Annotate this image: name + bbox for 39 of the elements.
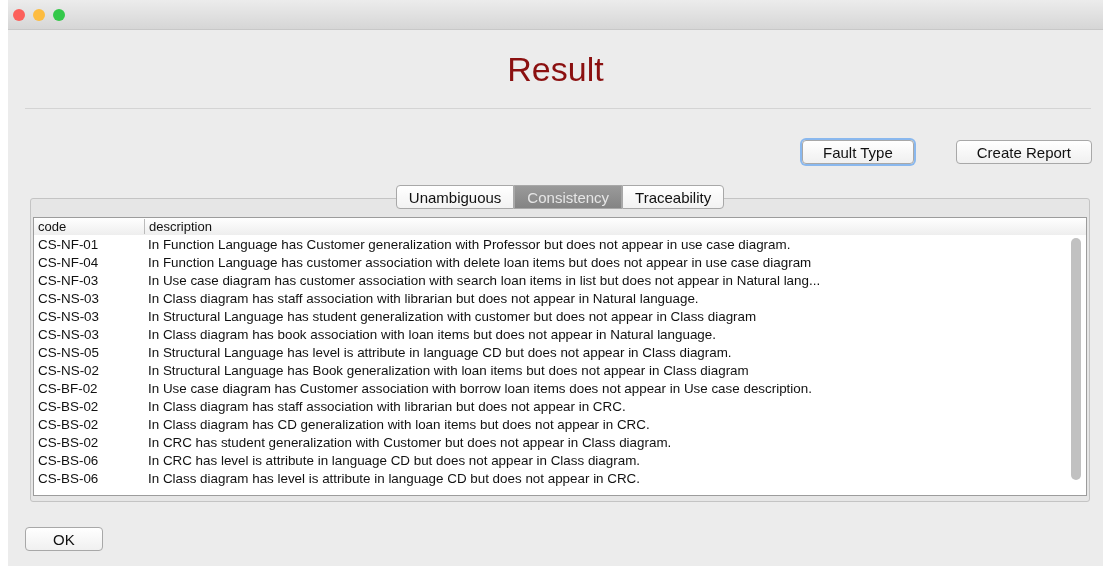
table-cell-text: In Function Language has Customer generalization with Professor but does not appear in use case diagram. [147, 236, 791, 252]
table-cell-text: CS-BS-06 [37, 452, 100, 468]
create-report-button[interactable]: Create Report [955, 140, 1092, 164]
table-cell-text: CS-BS-06 [37, 470, 100, 486]
table-cell-text: In Structural Language has student generalization with customer but does not appear in Class diagram [147, 308, 757, 324]
table-cell-text: CS-BS-02 [37, 434, 100, 450]
ok-button[interactable]: OK [25, 527, 103, 551]
table-cell-text: In Structural Language has Book generalization with loan items but does not appear in Class diagram [147, 362, 749, 378]
window-title: Result [507, 49, 604, 89]
table-cell-text: CS-NS-03 [37, 308, 101, 324]
zoom-button[interactable] [53, 8, 65, 21]
table-cell-text: CS-NF-03 [37, 272, 100, 288]
table-cell-text: In CRC has level is attribute in language CD but does not appear in Class diagram. [147, 452, 640, 468]
table-cell-text: CS-BS-02 [37, 398, 100, 414]
column-header[interactable]: description [144, 219, 212, 234]
table-cell-text: In Use case diagram has customer association with search loan items in list but does not appear in Natural lang... [147, 272, 821, 288]
table-cell-text: CS-BS-02 [37, 416, 100, 432]
table-cell-text: In Structural Language has level is attribute in language CD but does not appear in Class diagram. [147, 344, 732, 360]
close-button[interactable] [13, 8, 25, 21]
table-cell-text: In Class diagram has CD generalization with loan items but does not appear in CRC. [147, 416, 650, 432]
fault-type-button[interactable]: Fault Type [802, 140, 914, 164]
table-cell-text: In Class diagram has staff association with librarian but does not appear in CRC. [147, 398, 626, 414]
table-cell-text: In Class diagram has book association with loan items but does not appear in Natural language. [147, 326, 716, 342]
table-cell-text: CS-NS-05 [37, 344, 101, 360]
table-cell-text: CS-NF-04 [37, 254, 100, 270]
table-cell-text: In Class diagram has staff association with librarian but does not appear in Natural language. [147, 290, 699, 306]
table-cell-text: CS-NS-03 [37, 326, 101, 342]
table-cell-text: CS-BF-02 [37, 380, 99, 396]
table-cell-text: CS-NS-02 [37, 362, 101, 378]
table-cell-text: In Class diagram has level is attribute in language CD but does not appear in CRC. [147, 470, 640, 486]
table-cell-text: In Use case diagram has Customer association with borrow loan items does not appear in Use case description. [147, 380, 812, 396]
table-cell-text: CS-NS-03 [37, 290, 101, 306]
table-cell-text: CS-NF-01 [37, 236, 100, 252]
tab[interactable]: Traceability [622, 185, 725, 209]
minimize-button[interactable] [33, 8, 45, 21]
column-header[interactable]: code [34, 219, 144, 234]
tab[interactable]: Unambiguous [395, 185, 515, 209]
table-cell-text: In Function Language has customer association with delete loan items but does not appear in use case diagram [147, 254, 812, 270]
table-cell-text: In CRC has student generalization with Customer but does not appear in Class diagram. [147, 434, 672, 450]
